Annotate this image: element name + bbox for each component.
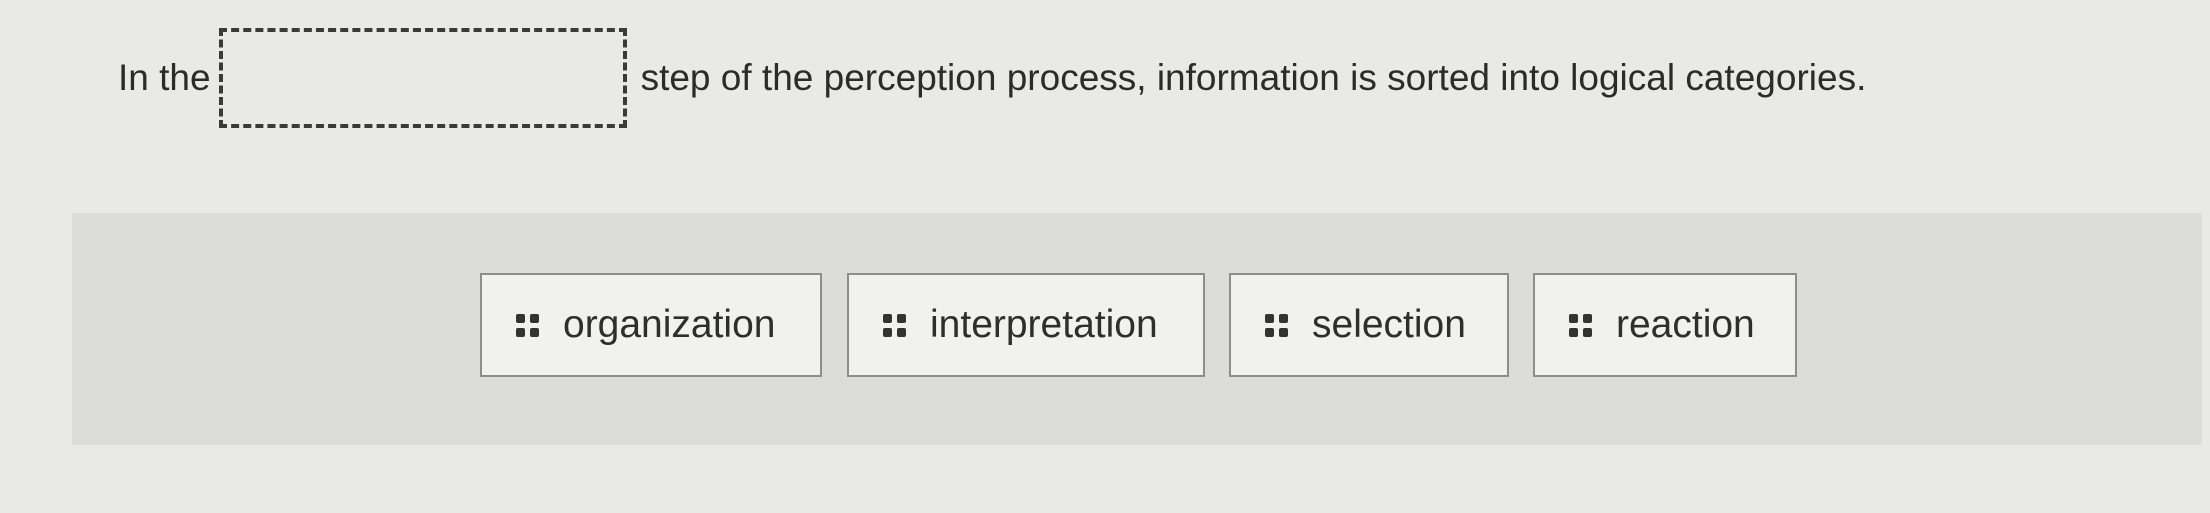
answer-drop-zone[interactable] [218, 28, 627, 128]
choice-label: selection [1312, 303, 1466, 346]
question-suffix: step of the perception process, informat… [640, 57, 1867, 98]
drag-handle-icon [1569, 313, 1592, 337]
choice-label: organization [563, 303, 776, 346]
choice-reaction[interactable]: reaction [1533, 273, 1797, 377]
drag-handle-icon [883, 313, 906, 337]
choice-interpretation[interactable]: interpretation [847, 273, 1205, 377]
drag-handle-icon [516, 313, 539, 337]
answer-bank: organization interpretation selection re… [72, 213, 2202, 445]
drag-handle-icon [1265, 313, 1288, 337]
choice-label: interpretation [930, 303, 1158, 346]
question-prefix: In the [118, 57, 211, 98]
choice-label: reaction [1616, 303, 1755, 346]
choice-selection[interactable]: selection [1229, 273, 1509, 377]
choice-organization[interactable]: organization [480, 273, 822, 377]
question-sentence: In the step of the perception process, i… [118, 22, 1866, 134]
